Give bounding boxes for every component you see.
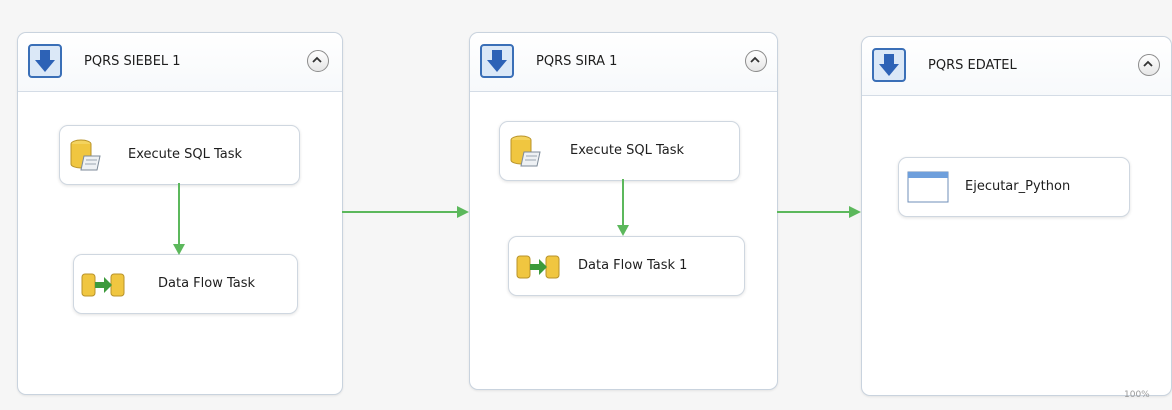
container-header: PQRS SIRA 1: [470, 33, 777, 92]
container-header: PQRS EDATEL: [862, 37, 1171, 96]
chevron-up-icon: [312, 56, 322, 63]
task-data-flow-sira[interactable]: Data Flow Task 1: [508, 236, 745, 296]
sequence-container-icon: [28, 44, 62, 78]
collapse-button[interactable]: [745, 50, 767, 72]
task-execute-sql-sira[interactable]: Execute SQL Task: [499, 121, 740, 181]
container-title: PQRS EDATEL: [928, 58, 1017, 73]
precedence-arrow-container-2-3[interactable]: [777, 206, 861, 218]
process-task-icon: [907, 171, 949, 203]
control-flow-canvas[interactable]: PQRS SIEBEL 1 PQRS SIRA 1 PQRS EDATEL Ex…: [0, 0, 1172, 410]
data-flow-icon: [81, 273, 125, 297]
execute-sql-icon: [70, 139, 101, 171]
task-label: Ejecutar_Python: [965, 179, 1071, 194]
chevron-up-icon: [1143, 60, 1153, 67]
task-label: Data Flow Task: [158, 276, 256, 291]
task-execute-sql-siebel[interactable]: Execute SQL Task: [59, 125, 300, 185]
data-flow-icon: [516, 255, 560, 279]
chevron-up-icon: [750, 56, 760, 63]
zoom-indicator[interactable]: 100%: [1124, 390, 1150, 400]
task-label: Execute SQL Task: [570, 143, 685, 158]
sequence-container-pqrs-sira-1[interactable]: PQRS SIRA 1: [469, 32, 778, 390]
task-ejecutar-python[interactable]: Ejecutar_Python: [898, 157, 1130, 217]
container-title: PQRS SIEBEL 1: [84, 54, 181, 69]
precedence-arrow-container-1-2[interactable]: [342, 206, 469, 218]
sequence-container-icon: [480, 44, 514, 78]
task-label: Data Flow Task 1: [578, 258, 688, 273]
container-header: PQRS SIEBEL 1: [18, 33, 342, 92]
sequence-container-pqrs-siebel-1[interactable]: PQRS SIEBEL 1: [17, 32, 343, 395]
sequence-container-icon: [872, 48, 906, 82]
collapse-button[interactable]: [1138, 54, 1160, 76]
execute-sql-icon: [510, 135, 541, 167]
collapse-button[interactable]: [307, 50, 329, 72]
container-title: PQRS SIRA 1: [536, 54, 618, 69]
task-label: Execute SQL Task: [128, 147, 243, 162]
task-data-flow-siebel[interactable]: Data Flow Task: [73, 254, 298, 314]
